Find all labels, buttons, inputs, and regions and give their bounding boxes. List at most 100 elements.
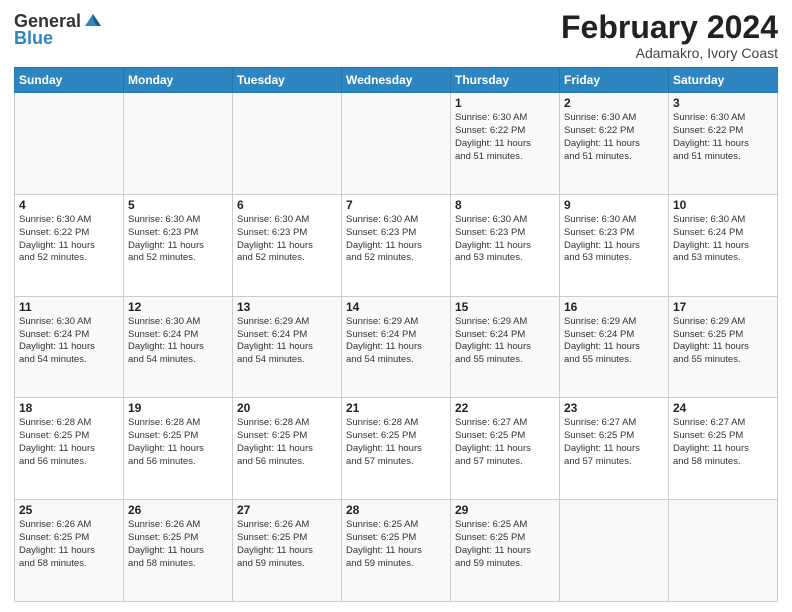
day-number: 12: [128, 300, 228, 314]
day-info: Sunrise: 6:26 AM Sunset: 6:25 PM Dayligh…: [237, 519, 337, 570]
calendar-cell: 4 Sunrise: 6:30 AM Sunset: 6:22 PM Daylig…: [15, 194, 124, 296]
calendar-cell: 18 Sunrise: 6:28 AM Sunset: 6:25 PM Dayli…: [15, 398, 124, 500]
calendar-cell: 20 Sunrise: 6:28 AM Sunset: 6:25 PM Dayli…: [233, 398, 342, 500]
calendar-cell: 14 Sunrise: 6:29 AM Sunset: 6:24 PM Dayli…: [342, 296, 451, 398]
calendar-cell: 24 Sunrise: 6:27 AM Sunset: 6:25 PM Dayli…: [669, 398, 778, 500]
day-number: 17: [673, 300, 773, 314]
day-info: Sunrise: 6:28 AM Sunset: 6:25 PM Dayligh…: [128, 417, 228, 468]
day-info: Sunrise: 6:30 AM Sunset: 6:22 PM Dayligh…: [564, 112, 664, 163]
day-number: 3: [673, 96, 773, 110]
calendar-cell: [669, 500, 778, 602]
day-number: 23: [564, 401, 664, 415]
calendar-cell: [342, 93, 451, 195]
calendar-cell: 10 Sunrise: 6:30 AM Sunset: 6:24 PM Dayli…: [669, 194, 778, 296]
day-number: 6: [237, 198, 337, 212]
day-number: 5: [128, 198, 228, 212]
day-info: Sunrise: 6:28 AM Sunset: 6:25 PM Dayligh…: [346, 417, 446, 468]
calendar-cell: 6 Sunrise: 6:30 AM Sunset: 6:23 PM Daylig…: [233, 194, 342, 296]
calendar-cell: [233, 93, 342, 195]
day-info: Sunrise: 6:30 AM Sunset: 6:24 PM Dayligh…: [128, 316, 228, 367]
day-number: 29: [455, 503, 555, 517]
day-info: Sunrise: 6:27 AM Sunset: 6:25 PM Dayligh…: [673, 417, 773, 468]
weekday-header: Saturday: [669, 68, 778, 93]
weekday-header-row: SundayMondayTuesdayWednesdayThursdayFrid…: [15, 68, 778, 93]
title-block: February 2024 Adamakro, Ivory Coast: [561, 10, 778, 61]
weekday-header: Friday: [560, 68, 669, 93]
day-info: Sunrise: 6:30 AM Sunset: 6:23 PM Dayligh…: [237, 214, 337, 265]
calendar-cell: 12 Sunrise: 6:30 AM Sunset: 6:24 PM Dayli…: [124, 296, 233, 398]
calendar-cell: 9 Sunrise: 6:30 AM Sunset: 6:23 PM Daylig…: [560, 194, 669, 296]
day-number: 11: [19, 300, 119, 314]
calendar-week-row: 25 Sunrise: 6:26 AM Sunset: 6:25 PM Dayli…: [15, 500, 778, 602]
weekday-header: Monday: [124, 68, 233, 93]
calendar-week-row: 11 Sunrise: 6:30 AM Sunset: 6:24 PM Dayli…: [15, 296, 778, 398]
weekday-header: Tuesday: [233, 68, 342, 93]
day-info: Sunrise: 6:30 AM Sunset: 6:23 PM Dayligh…: [128, 214, 228, 265]
day-info: Sunrise: 6:29 AM Sunset: 6:25 PM Dayligh…: [673, 316, 773, 367]
day-info: Sunrise: 6:29 AM Sunset: 6:24 PM Dayligh…: [237, 316, 337, 367]
calendar-cell: 28 Sunrise: 6:25 AM Sunset: 6:25 PM Dayli…: [342, 500, 451, 602]
day-number: 27: [237, 503, 337, 517]
day-number: 9: [564, 198, 664, 212]
day-info: Sunrise: 6:30 AM Sunset: 6:22 PM Dayligh…: [19, 214, 119, 265]
day-number: 2: [564, 96, 664, 110]
calendar-title: February 2024: [561, 10, 778, 45]
calendar-table: SundayMondayTuesdayWednesdayThursdayFrid…: [14, 67, 778, 602]
calendar-cell: 3 Sunrise: 6:30 AM Sunset: 6:22 PM Daylig…: [669, 93, 778, 195]
calendar-cell: 2 Sunrise: 6:30 AM Sunset: 6:22 PM Daylig…: [560, 93, 669, 195]
day-info: Sunrise: 6:30 AM Sunset: 6:23 PM Dayligh…: [564, 214, 664, 265]
calendar-cell: [560, 500, 669, 602]
day-number: 1: [455, 96, 555, 110]
day-number: 21: [346, 401, 446, 415]
header: General Blue February 2024 Adamakro, Ivo…: [14, 10, 778, 61]
day-info: Sunrise: 6:25 AM Sunset: 6:25 PM Dayligh…: [346, 519, 446, 570]
day-info: Sunrise: 6:29 AM Sunset: 6:24 PM Dayligh…: [346, 316, 446, 367]
day-number: 13: [237, 300, 337, 314]
day-info: Sunrise: 6:29 AM Sunset: 6:24 PM Dayligh…: [564, 316, 664, 367]
calendar-cell: 15Sunrise: 6:29 AM Sunset: 6:24 PM Dayli…: [451, 296, 560, 398]
day-info: Sunrise: 6:28 AM Sunset: 6:25 PM Dayligh…: [237, 417, 337, 468]
calendar-cell: 1Sunrise: 6:30 AM Sunset: 6:22 PM Daylig…: [451, 93, 560, 195]
day-number: 14: [346, 300, 446, 314]
day-info: Sunrise: 6:27 AM Sunset: 6:25 PM Dayligh…: [564, 417, 664, 468]
day-info: Sunrise: 6:30 AM Sunset: 6:23 PM Dayligh…: [455, 214, 555, 265]
logo-icon: [83, 10, 103, 30]
calendar-week-row: 4 Sunrise: 6:30 AM Sunset: 6:22 PM Daylig…: [15, 194, 778, 296]
calendar-cell: 17 Sunrise: 6:29 AM Sunset: 6:25 PM Dayli…: [669, 296, 778, 398]
day-info: Sunrise: 6:30 AM Sunset: 6:24 PM Dayligh…: [673, 214, 773, 265]
calendar-week-row: 1 Sunrise: 6:30 AM Sunset: 6:22 PM Daylig…: [15, 93, 778, 195]
day-info: Sunrise: 6:27 AM Sunset: 6:25 PM Dayligh…: [455, 417, 555, 468]
day-info: Sunrise: 6:30 AM Sunset: 6:23 PM Dayligh…: [346, 214, 446, 265]
day-number: 20: [237, 401, 337, 415]
calendar-cell: 5 Sunrise: 6:30 AM Sunset: 6:23 PM Daylig…: [124, 194, 233, 296]
day-number: 24: [673, 401, 773, 415]
day-info: Sunrise: 6:29 AM Sunset: 6:24 PM Dayligh…: [455, 316, 555, 367]
calendar-cell: 23 Sunrise: 6:27 AM Sunset: 6:25 PM Dayli…: [560, 398, 669, 500]
calendar-cell: 13 Sunrise: 6:29 AM Sunset: 6:24 PM Dayli…: [233, 296, 342, 398]
day-info: Sunrise: 6:30 AM Sunset: 6:24 PM Dayligh…: [19, 316, 119, 367]
logo: General Blue: [14, 10, 103, 49]
day-number: 18: [19, 401, 119, 415]
calendar-cell: 29 Sunrise: 6:25 AM Sunset: 6:25 PM Dayli…: [451, 500, 560, 602]
day-info: Sunrise: 6:25 AM Sunset: 6:25 PM Dayligh…: [455, 519, 555, 570]
calendar-cell: 19 Sunrise: 6:28 AM Sunset: 6:25 PM Dayli…: [124, 398, 233, 500]
day-number: 16: [564, 300, 664, 314]
day-info: Sunrise: 6:28 AM Sunset: 6:25 PM Dayligh…: [19, 417, 119, 468]
day-number: 25: [19, 503, 119, 517]
day-number: 28: [346, 503, 446, 517]
day-number: 26: [128, 503, 228, 517]
day-number: 4: [19, 198, 119, 212]
day-number: 7: [346, 198, 446, 212]
calendar-subtitle: Adamakro, Ivory Coast: [561, 45, 778, 61]
day-info: Sunrise: 6:30 AM Sunset: 6:22 PM Dayligh…: [673, 112, 773, 163]
day-info: Sunrise: 6:26 AM Sunset: 6:25 PM Dayligh…: [19, 519, 119, 570]
day-number: 10: [673, 198, 773, 212]
calendar-cell: 8Sunrise: 6:30 AM Sunset: 6:23 PM Daylig…: [451, 194, 560, 296]
day-number: 19: [128, 401, 228, 415]
day-info: Sunrise: 6:26 AM Sunset: 6:25 PM Dayligh…: [128, 519, 228, 570]
calendar-cell: [124, 93, 233, 195]
weekday-header: Wednesday: [342, 68, 451, 93]
weekday-header: Thursday: [451, 68, 560, 93]
calendar-cell: 21 Sunrise: 6:28 AM Sunset: 6:25 PM Dayli…: [342, 398, 451, 500]
calendar-cell: 27 Sunrise: 6:26 AM Sunset: 6:25 PM Dayli…: [233, 500, 342, 602]
